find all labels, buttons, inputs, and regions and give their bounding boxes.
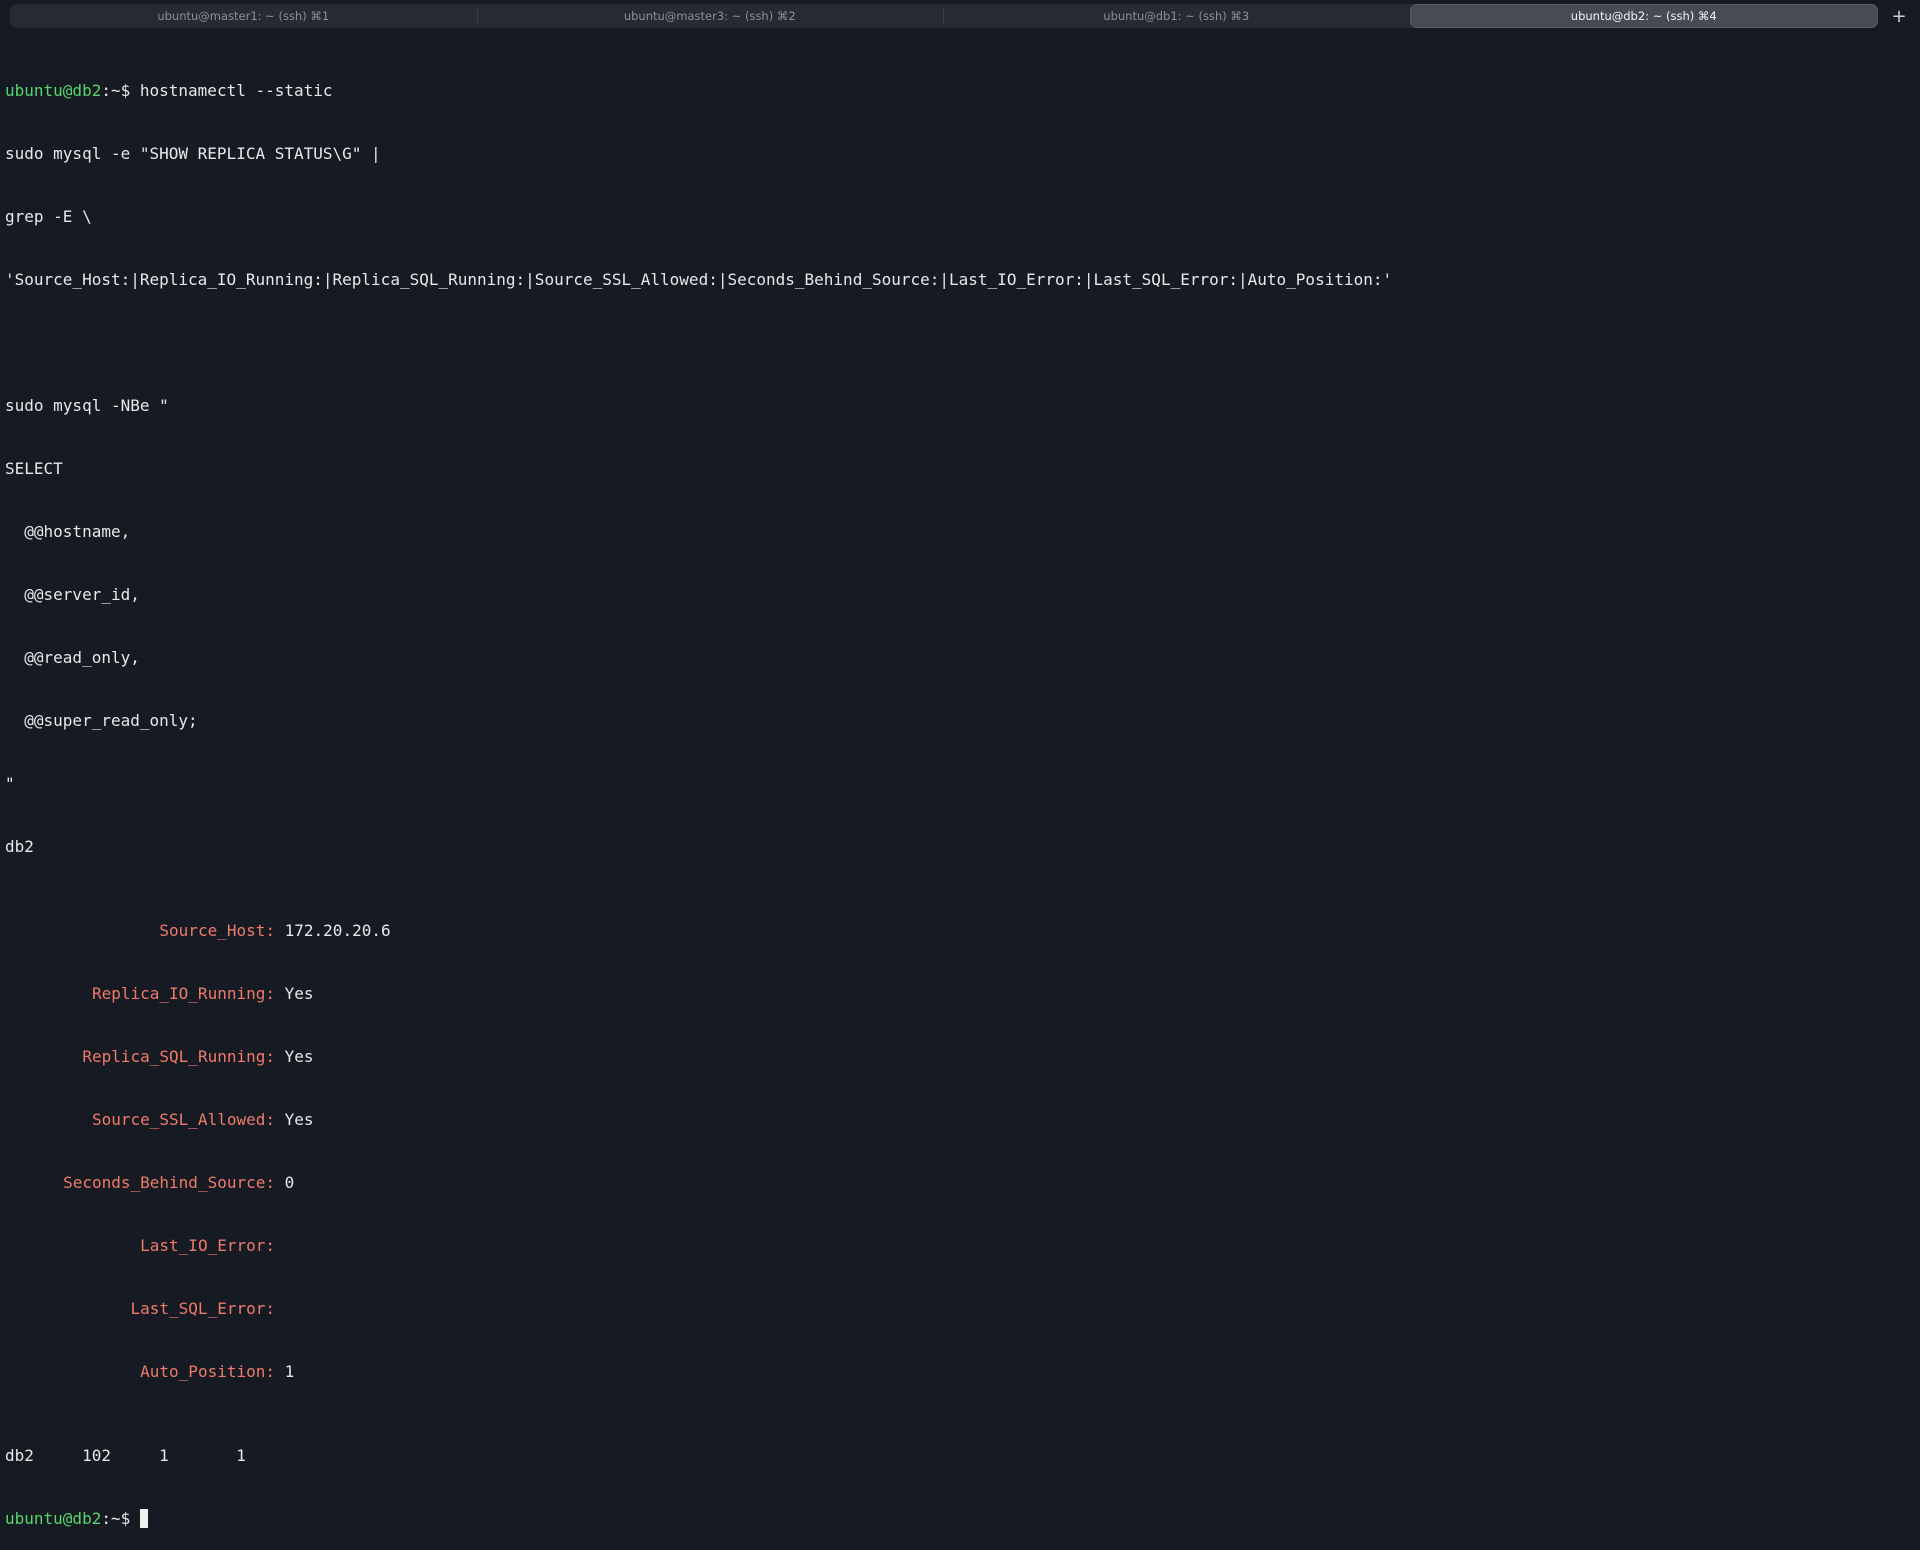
new-tab-button[interactable]: + [1884,4,1914,28]
status-row: Replica_IO_Running: Yes [5,983,1910,1004]
status-value: Yes [284,1047,314,1066]
command-line: sudo mysql -NBe " [5,396,169,415]
command-line [5,332,1910,353]
status-key: Source_Host: [159,921,275,940]
status-row: Last_SQL_Error: [5,1298,1910,1319]
tab-strip: ubuntu@master1: ~ (ssh) ⌘1 ubuntu@master… [10,4,1878,28]
terminal-output[interactable]: ubuntu@db2:~$ hostnamectl --static sudo … [5,38,1910,1528]
text-cursor [139,1509,148,1528]
status-row: Auto_Position: 1 [5,1361,1910,1382]
status-row: Last_IO_Error: [5,1235,1910,1256]
select-output: db2 102 1 1 [5,1446,246,1465]
command-line: 'Source_Host:|Replica_IO_Running:|Replic… [5,270,1393,289]
prompt-user-host: ubuntu@db2 [5,1509,102,1528]
prompt-user-host: ubuntu@db2 [5,81,102,100]
status-key: Seconds_Behind_Source: [63,1173,275,1192]
status-row: Source_Host: 172.20.20.6 [5,920,1910,941]
command-line: @@super_read_only; [5,711,198,730]
active-prompt-line[interactable]: ubuntu@db2:~$ [5,1508,1910,1529]
prompt-line: ubuntu@db2:~$ hostnamectl --static [5,80,1910,101]
command-line: @@read_only, [5,648,140,667]
prompt-path: :~$ [101,1509,131,1528]
command-line: SELECT [5,459,63,478]
tab-master1[interactable]: ubuntu@master1: ~ (ssh) ⌘1 [10,4,477,28]
command-line: sudo mysql -e "SHOW REPLICA STATUS\G" | [5,144,381,163]
hostname-output: db2 [5,837,34,856]
plus-icon: + [1891,5,1907,27]
command-line: grep -E \ [5,207,92,226]
command-line: @@hostname, [5,522,131,541]
status-value: 0 [284,1173,295,1192]
command-line: @@server_id, [5,585,140,604]
status-row: Replica_SQL_Running: Yes [5,1046,1910,1067]
status-value: 172.20.20.6 [284,921,391,940]
prompt-path: :~$ [101,81,131,100]
status-value: Yes [284,1110,314,1129]
status-key: Last_SQL_Error: [130,1299,276,1318]
tab-db1[interactable]: ubuntu@db1: ~ (ssh) ⌘3 [943,4,1410,28]
status-row: Source_SSL_Allowed: Yes [5,1109,1910,1130]
status-key: Source_SSL_Allowed: [91,1110,275,1129]
tab-master3[interactable]: ubuntu@master3: ~ (ssh) ⌘2 [476,4,944,28]
status-key: Auto_Position: [140,1362,275,1381]
tab-bar: ubuntu@master1: ~ (ssh) ⌘1 ubuntu@master… [0,0,1920,34]
status-value: 1 [284,1362,295,1381]
status-key: Replica_IO_Running: [91,984,275,1003]
status-key: Last_IO_Error: [140,1236,275,1255]
tab-db2[interactable]: ubuntu@db2: ~ (ssh) ⌘4 [1409,4,1878,28]
command-text: hostnamectl --static [139,81,333,100]
command-line: " [5,774,15,793]
status-value: Yes [284,984,314,1003]
status-key: Replica_SQL_Running: [82,1047,275,1066]
status-row: Seconds_Behind_Source: 0 [5,1172,1910,1193]
